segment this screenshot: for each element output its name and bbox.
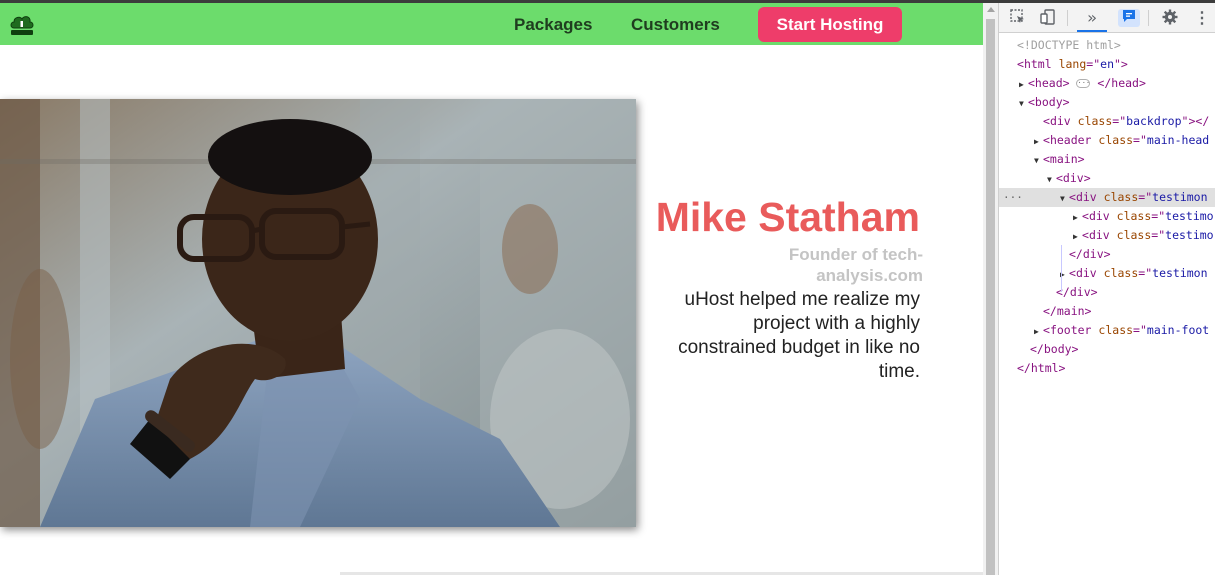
collapsed-triangle-icon[interactable]: ▶ [1073, 227, 1082, 245]
dom-node-main-close[interactable]: </main> [999, 302, 1215, 321]
tag-name: div [1049, 114, 1071, 128]
attr-value: testimon [1152, 190, 1208, 204]
main-header: Packages Customers Start Hosting [0, 3, 983, 45]
dom-node-backdrop[interactable]: <div class="backdrop"></ [999, 112, 1215, 131]
toolbar-separator [1067, 10, 1068, 26]
dom-node-testimonial-selected[interactable]: ··· ▼ <div class="testimon [999, 188, 1215, 207]
scroll-up-arrow-icon[interactable] [986, 7, 995, 12]
console-messages-icon[interactable] [1118, 9, 1140, 27]
kebab-menu-icon[interactable]: ⋮ [1193, 9, 1211, 27]
attr-value: backdrop [1126, 114, 1182, 128]
tag-close: </html> [1017, 361, 1066, 375]
node-actions-ellipsis-icon[interactable]: ··· [1003, 188, 1023, 207]
nav-link-packages[interactable]: Packages [514, 15, 592, 35]
attr-name: class [1098, 323, 1134, 337]
active-tab-indicator [1077, 30, 1107, 32]
tag-tail: ></ [1188, 114, 1210, 128]
devtools-panel: » ⋮ <!DOCTYPE html> <html lang="en"> ▶ <h… [998, 3, 1215, 575]
attr-value: main-foot [1146, 323, 1210, 337]
dom-node-doctype[interactable]: <!DOCTYPE html> [999, 36, 1215, 55]
devtools-toolbar: » ⋮ [999, 3, 1215, 33]
expanded-triangle-icon[interactable]: ▼ [1034, 151, 1043, 169]
dom-node-body[interactable]: ▼ <body> [999, 93, 1215, 112]
tag-close: </head> [1097, 76, 1146, 90]
tag-name: div [1088, 228, 1110, 242]
testimonial-name: Mike Statham [655, 194, 920, 240]
tag-close: </body> [1030, 342, 1079, 356]
tag-name: header [1049, 133, 1092, 147]
nav-link-customers[interactable]: Customers [631, 15, 720, 35]
page-scrollbar[interactable] [983, 3, 998, 575]
dom-node-div[interactable]: ▼ <div> [999, 169, 1215, 188]
attr-name: class [1103, 266, 1139, 280]
testimonial-info: Mike Statham Founder of tech-analysis.co… [648, 193, 923, 384]
tag-open: <main> [1043, 152, 1085, 166]
tag-name: html [1023, 57, 1052, 71]
attr-value: testimo [1165, 209, 1214, 223]
dom-node-body-close[interactable]: </body> [999, 340, 1215, 359]
collapsed-triangle-icon[interactable]: ▶ [1034, 322, 1043, 340]
collapsed-triangle-icon[interactable]: ▶ [1073, 208, 1082, 226]
dom-node-testimonial-2[interactable]: ▶ <div class="testimon [999, 264, 1215, 283]
tag-open: <head> [1028, 76, 1070, 90]
attr-name: class [1103, 190, 1139, 204]
attr-name: class [1116, 209, 1152, 223]
dom-node-main[interactable]: ▼ <main> [999, 150, 1215, 169]
page-viewport: Packages Customers Start Hosting Mike St… [0, 0, 983, 575]
dom-node-div-close[interactable]: </div> [999, 245, 1215, 264]
expanded-triangle-icon[interactable]: ▼ [1019, 94, 1028, 112]
expanded-triangle-icon[interactable]: ▼ [1047, 170, 1056, 188]
tag-name: div [1075, 266, 1097, 280]
dom-node-html[interactable]: <html lang="en"> [999, 55, 1215, 74]
dom-node-footer[interactable]: ▶ <footer class="main-foot [999, 321, 1215, 340]
uhost-logo-icon[interactable] [8, 11, 36, 37]
tree-guide-line [1061, 245, 1062, 292]
expanded-triangle-icon[interactable]: ▼ [1060, 189, 1069, 207]
elements-dom-tree: <!DOCTYPE html> <html lang="en"> ▶ <head>… [999, 36, 1215, 378]
collapsed-triangle-icon[interactable]: ▶ [1019, 75, 1028, 93]
tag-name: div [1088, 209, 1110, 223]
tag-name: footer [1049, 323, 1092, 337]
dom-node-head[interactable]: ▶ <head> ··· </head> [999, 74, 1215, 93]
toolbar-separator [1148, 10, 1149, 26]
attr-name: lang [1058, 57, 1087, 71]
dom-node-testimonial-child[interactable]: ▶ <div class="testimo [999, 207, 1215, 226]
dom-node-div-close[interactable]: </div> [999, 283, 1215, 302]
ellipsis-pill-icon[interactable]: ··· [1076, 79, 1091, 88]
device-toolbar-icon[interactable] [1039, 9, 1057, 27]
doctype-text: <!DOCTYPE html> [1017, 38, 1121, 52]
attr-value: testimo [1165, 228, 1214, 242]
dom-node-testimonial-child[interactable]: ▶ <div class="testimo [999, 226, 1215, 245]
testimonial-text: uHost helped me realize my project with … [678, 289, 920, 382]
tag-close: </div> [1056, 285, 1098, 299]
tag-name: div [1075, 190, 1097, 204]
scrollbar-thumb[interactable] [986, 19, 995, 575]
window-top-border [0, 0, 1215, 3]
start-hosting-button[interactable]: Start Hosting [758, 7, 902, 42]
tag-close: </div> [1069, 247, 1111, 261]
tag-open: <body> [1028, 95, 1070, 109]
attr-name: class [1077, 114, 1113, 128]
tag-open: <div> [1056, 171, 1091, 185]
dom-node-header[interactable]: ▶ <header class="main-head [999, 131, 1215, 150]
attr-name: class [1098, 133, 1134, 147]
attr-value: testimon [1152, 266, 1208, 280]
inspect-icon[interactable] [1009, 9, 1027, 27]
attr-value: main-head [1146, 133, 1210, 147]
settings-icon[interactable] [1161, 9, 1179, 27]
tag-close: </main> [1043, 304, 1092, 318]
testimonial-image [0, 99, 636, 527]
more-tabs-icon[interactable]: » [1083, 9, 1101, 27]
attr-name: class [1116, 228, 1152, 242]
dom-node-html-close[interactable]: </html> [999, 359, 1215, 378]
collapsed-triangle-icon[interactable]: ▶ [1034, 132, 1043, 150]
attr-value: en [1100, 57, 1114, 71]
testimonial-role: Founder of tech-analysis.com [788, 245, 923, 285]
